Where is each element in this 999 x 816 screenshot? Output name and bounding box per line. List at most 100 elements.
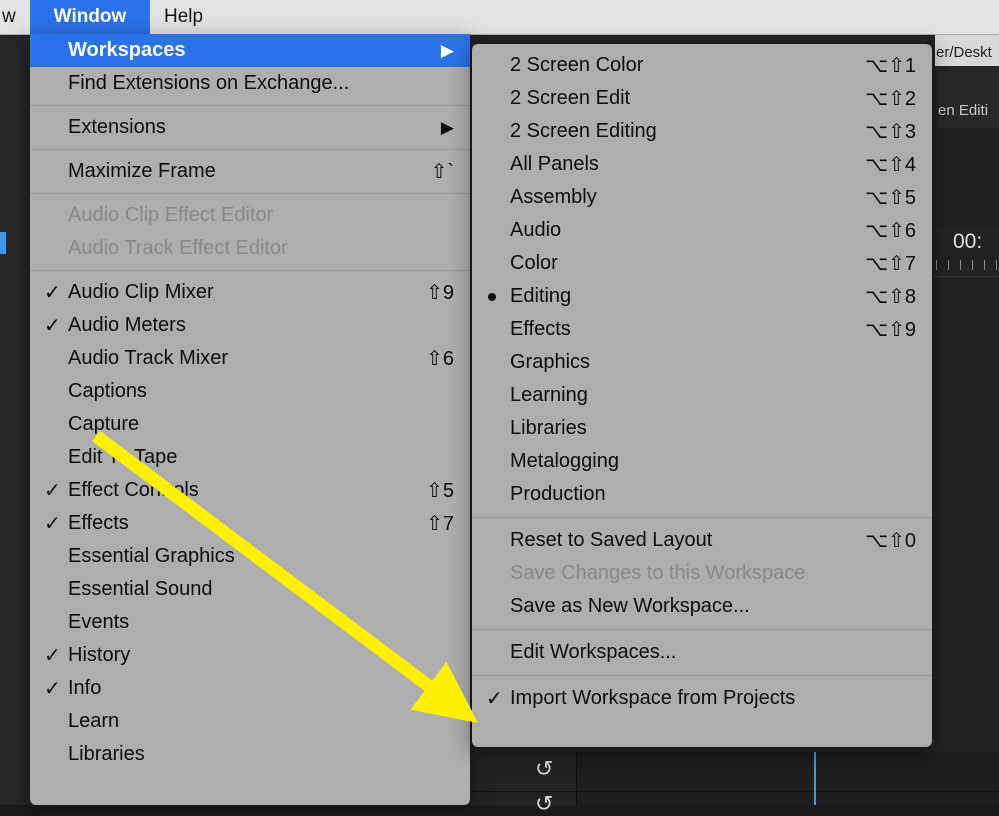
menubar-item-window[interactable]: Window (30, 0, 150, 34)
workspaces-item-effects[interactable]: Effects ⌥⇧9 (472, 313, 932, 346)
window-menu-item-libraries[interactable]: Libraries (30, 738, 470, 771)
menu-item-shortcut: ⌥⇧2 (865, 88, 916, 110)
workspaces-item-color[interactable]: Color ⌥⇧7 (472, 247, 932, 280)
window-menu-item-captions[interactable]: Captions (30, 375, 470, 408)
workspaces-separator (472, 517, 932, 518)
menu-item-label: Metalogging (510, 450, 619, 472)
menu-item-label: Assembly (510, 186, 597, 208)
timeline-track-row (0, 628, 31, 689)
menu-item-shortcut: ⇧9 (426, 282, 454, 304)
menu-item-shortcut: ⌥⇧0 (865, 530, 916, 552)
window-menu-item-info[interactable]: ✓ Info (30, 672, 470, 705)
window-menu-separator (30, 149, 470, 150)
menu-item-shortcut: ⌥⇧8 (865, 286, 916, 308)
window-menu-item-essential-graphics[interactable]: Essential Graphics (30, 540, 470, 573)
menu-item-label: Color (510, 252, 558, 274)
playhead[interactable] (814, 752, 816, 805)
window-menu-item-capture[interactable]: Capture (30, 408, 470, 441)
workspaces-separator (472, 675, 932, 676)
workspaces-item-save-as-new-workspace[interactable]: Save as New Workspace... (472, 590, 932, 623)
menu-item-label: Audio Clip Effect Editor (68, 204, 274, 226)
timeline-track-row (0, 412, 31, 457)
menu-item-shortcut: ⌥⇧6 (865, 220, 916, 242)
program-monitor-area (938, 128, 999, 228)
workspaces-item-edit-workspaces[interactable]: Edit Workspaces... (472, 636, 932, 669)
menu-item-label: History (68, 644, 131, 666)
menu-item-shortcut: ⌥⇧1 (865, 55, 916, 77)
workspaces-item-2-screen-color[interactable]: 2 Screen Color ⌥⇧1 (472, 49, 932, 82)
menubar-item-label: w (2, 6, 16, 27)
menubar-item-help[interactable]: Help (150, 0, 217, 34)
time-ruler (934, 258, 999, 272)
workspaces-item-2-screen-editing[interactable]: 2 Screen Editing ⌥⇧3 (472, 115, 932, 148)
menu-item-label: Essential Graphics (68, 545, 235, 567)
menu-item-label: Edit To Tape (68, 446, 178, 468)
workspaces-item-audio[interactable]: Audio ⌥⇧6 (472, 214, 932, 247)
window-menu-dropdown[interactable]: Workspaces ▶ Find Extensions on Exchange..… (30, 34, 470, 805)
menu-item-label: Extensions (68, 116, 166, 138)
menu-item-label: Production (510, 483, 606, 505)
window-menu-item-extensions[interactable]: Extensions ▶ (30, 111, 470, 144)
timeline-track-row (0, 320, 31, 367)
menu-item-label: Audio Track Effect Editor (68, 237, 288, 259)
window-menu-item-audio-meters[interactable]: ✓ Audio Meters (30, 309, 470, 342)
menu-item-label: Capture (68, 413, 140, 435)
window-menu-item-audio-track-mixer[interactable]: Audio Track Mixer ⇧6 (30, 342, 470, 375)
reset-track-icon[interactable]: ↺ (535, 758, 553, 780)
workspaces-item-reset-to-saved-layout[interactable]: Reset to Saved Layout ⌥⇧0 (472, 524, 932, 557)
window-menu-item-audio-clip-mixer[interactable]: ✓ Audio Clip Mixer ⇧9 (30, 276, 470, 309)
menu-item-label: Find Extensions on Exchange... (68, 72, 350, 94)
menu-item-label: Edit Workspaces... (510, 641, 677, 663)
menu-item-label: Effects (510, 318, 571, 340)
workspaces-item-import-workspace-from-projects[interactable]: ✓ Import Workspace from Projects (472, 682, 932, 715)
checkmark-icon: ✓ (44, 314, 61, 337)
menu-item-label: Editing (510, 285, 572, 307)
chevron-right-icon: ▶ (440, 41, 454, 60)
timecode-text: 00: (953, 230, 983, 253)
menu-item-shortcut: ⇧7 (426, 513, 454, 535)
reset-track-icon[interactable]: ↺ (535, 793, 553, 815)
workspaces-item-graphics[interactable]: Graphics (472, 346, 932, 379)
window-menu-item-learn[interactable]: Learn (30, 705, 470, 738)
menu-item-label: Audio Meters (68, 314, 186, 336)
workspaces-item-production[interactable]: Production (472, 478, 932, 511)
menu-item-label: 2 Screen Editing (510, 120, 657, 142)
workspaces-separator (472, 629, 932, 630)
menu-item-label: Libraries (68, 743, 145, 765)
menu-item-shortcut: ⌥⇧3 (865, 121, 916, 143)
timeline-clip-fragment (0, 232, 6, 254)
menubar-item-view[interactable]: w (0, 0, 24, 34)
window-menu-item-edit-to-tape[interactable]: Edit To Tape (30, 441, 470, 474)
workspaces-item-editing[interactable]: Editing ⌥⇧8 (472, 280, 932, 313)
timeline-track-row (0, 456, 31, 509)
workspaces-item-metalogging[interactable]: Metalogging (472, 445, 932, 478)
menu-item-shortcut: ⌥⇧9 (865, 319, 916, 341)
window-menu-item-find-extensions-on-exchange[interactable]: Find Extensions on Exchange... (30, 67, 470, 100)
menu-item-shortcut: ⇧` (430, 161, 454, 183)
menu-item-shortcut: ⇧5 (426, 480, 454, 502)
workspaces-item-save-changes-to-this-workspace: Save Changes to this Workspace (472, 557, 932, 590)
selected-bullet-icon (486, 292, 510, 301)
sequence-name-text: en Editi (938, 102, 989, 119)
workspaces-item-2-screen-edit[interactable]: 2 Screen Edit ⌥⇧2 (472, 82, 932, 115)
menu-item-label: Maximize Frame (68, 160, 216, 182)
checkmark-icon: ✓ (44, 479, 61, 502)
workspaces-item-assembly[interactable]: Assembly ⌥⇧5 (472, 181, 932, 214)
menu-item-shortcut: ⌥⇧4 (865, 154, 916, 176)
menu-item-label: Workspaces (68, 39, 186, 61)
checkmark-icon: ✓ (486, 687, 503, 710)
checkmark-icon: ✓ (44, 644, 61, 667)
window-menu-item-effects[interactable]: ✓ Effects ⇧7 (30, 507, 470, 540)
window-menu-item-maximize-frame[interactable]: Maximize Frame ⇧` (30, 155, 470, 188)
workspaces-item-all-panels[interactable]: All Panels ⌥⇧4 (472, 148, 932, 181)
window-menu-item-history[interactable]: ✓ History (30, 639, 470, 672)
window-menu-item-events[interactable]: Events (30, 606, 470, 639)
workspaces-submenu-dropdown[interactable]: 2 Screen Color ⌥⇧1 2 Screen Edit ⌥⇧2 2 Scree… (472, 44, 932, 747)
timeline-track-row (0, 688, 31, 749)
workspaces-item-libraries[interactable]: Libraries (472, 412, 932, 445)
workspaces-item-learning[interactable]: Learning (472, 379, 932, 412)
timeline-track-row (0, 748, 31, 806)
window-menu-item-effect-controls[interactable]: ✓ Effect Controls ⇧5 (30, 474, 470, 507)
window-menu-item-essential-sound[interactable]: Essential Sound (30, 573, 470, 606)
window-menu-item-workspaces[interactable]: Workspaces ▶ (30, 34, 470, 67)
